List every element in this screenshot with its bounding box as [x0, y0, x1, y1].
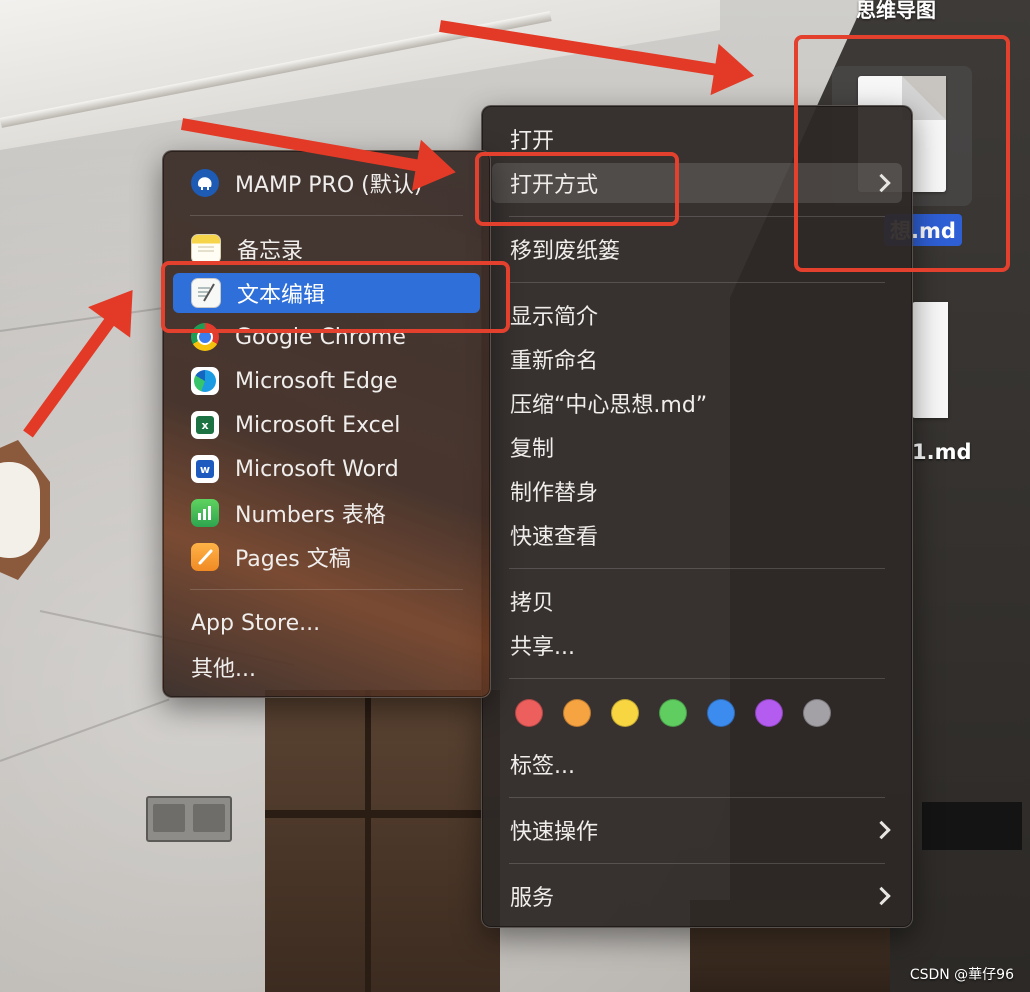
menu-item-duplicate[interactable]: 复制 [492, 427, 902, 467]
app-item-edge[interactable]: Microsoft Edge [173, 361, 480, 401]
menu-item-label: 复制 [510, 437, 555, 462]
menu-item-label: 压缩“中心思想.md” [510, 393, 708, 418]
menu-separator [509, 568, 885, 569]
chevron-right-icon [872, 173, 891, 193]
app-item-chrome[interactable]: Google Chrome [173, 317, 480, 357]
menu-item-label: 服务 [510, 886, 555, 911]
edge-icon [191, 367, 219, 395]
menu-item-quick-actions[interactable]: 快速操作 [492, 810, 902, 850]
app-item-label: Pages 文稿 [235, 547, 351, 572]
app-item-word[interactable]: w Microsoft Word [173, 449, 480, 489]
menu-item-label: 打开 [510, 129, 555, 154]
menu-item-label: 移到废纸篓 [510, 239, 621, 264]
menu-separator [509, 282, 885, 283]
tag-red-dot[interactable] [515, 699, 543, 727]
menu-item-services[interactable]: 服务 [492, 876, 902, 916]
menu-item-rename[interactable]: 重新命名 [492, 339, 902, 379]
menu-item-label: 显示简介 [510, 305, 599, 330]
app-item-label: Numbers 表格 [235, 503, 386, 528]
tag-color-row [515, 699, 831, 727]
chevron-right-icon [872, 886, 891, 906]
tag-orange-dot[interactable] [563, 699, 591, 727]
tag-yellow-dot[interactable] [611, 699, 639, 727]
app-item-excel[interactable]: x Microsoft Excel [173, 405, 480, 445]
app-item-label: Microsoft Edge [235, 368, 398, 394]
second-file-icon[interactable] [912, 302, 948, 418]
menu-item-move-to-trash[interactable]: 移到废纸篓 [492, 229, 902, 269]
menu-item-label: 制作替身 [510, 481, 599, 506]
mamp-elephant-icon [191, 169, 219, 197]
numbers-icon [191, 499, 219, 527]
pages-icon [191, 543, 219, 571]
word-icon: w [191, 455, 219, 483]
menu-separator [509, 797, 885, 798]
app-item-label: 其他... [191, 657, 256, 682]
desktop-label-mindmap[interactable]: 思维导图 [856, 0, 936, 23]
app-item-numbers[interactable]: Numbers 表格 [173, 493, 480, 533]
app-item-notes[interactable]: 备忘录 [173, 229, 480, 269]
menu-item-label: 打开方式 [510, 173, 599, 198]
menu-item-tags[interactable]: 标签... [492, 744, 902, 784]
menu-item-label: 拷贝 [510, 591, 555, 616]
app-item-label: MAMP PRO (默认) [235, 173, 423, 198]
app-item-label: 备忘录 [237, 239, 304, 264]
menu-item-quick-look[interactable]: 快速查看 [492, 515, 902, 555]
menu-item-get-info[interactable]: 显示简介 [492, 295, 902, 335]
app-item-other[interactable]: 其他... [173, 647, 480, 687]
menu-separator [509, 863, 885, 864]
app-item-pages[interactable]: Pages 文稿 [173, 537, 480, 577]
notes-icon [191, 234, 221, 264]
wall-socket [146, 796, 232, 842]
menu-item-open[interactable]: 打开 [492, 119, 902, 159]
app-item-label: 文本编辑 [237, 283, 326, 308]
app-item-label: Microsoft Word [235, 456, 399, 482]
app-item-label: Microsoft Excel [235, 412, 401, 438]
menu-item-copy[interactable]: 拷贝 [492, 581, 902, 621]
menu-item-label: 重新命名 [510, 349, 599, 374]
menu-separator [509, 678, 885, 679]
menu-item-label: 共享... [510, 635, 575, 660]
context-menu: 打开 打开方式 移到废纸篓 显示简介 重新命名 压缩“中心思想.md” 复制 制… [481, 105, 913, 928]
menu-separator [190, 589, 463, 590]
tag-green-dot[interactable] [659, 699, 687, 727]
excel-icon: x [191, 411, 219, 439]
menu-item-make-alias[interactable]: 制作替身 [492, 471, 902, 511]
wall-decoration-inner [0, 462, 40, 558]
menu-item-share[interactable]: 共享... [492, 625, 902, 665]
tag-gray-dot[interactable] [803, 699, 831, 727]
menu-item-label: 快速操作 [510, 820, 599, 845]
chrome-icon [191, 323, 219, 351]
menu-item-open-with[interactable]: 打开方式 [492, 163, 902, 203]
second-file-name[interactable]: 1.md [912, 440, 972, 464]
app-item-app-store[interactable]: App Store... [173, 603, 480, 643]
open-with-submenu: MAMP PRO (默认) 备忘录 文本编辑 Google Chrome Mic… [162, 150, 491, 698]
cabinet [265, 690, 500, 992]
menu-separator [509, 216, 885, 217]
menu-item-label: 标签... [510, 754, 575, 779]
wall-plate [922, 802, 1022, 850]
textedit-icon [191, 278, 221, 308]
app-item-label: App Store... [191, 610, 321, 636]
app-item-label: Google Chrome [235, 324, 406, 350]
watermark: CSDN @華仔96 [909, 967, 1014, 983]
menu-separator [190, 215, 463, 216]
tag-purple-dot[interactable] [755, 699, 783, 727]
tag-blue-dot[interactable] [707, 699, 735, 727]
menu-item-label: 快速查看 [510, 525, 599, 550]
chevron-right-icon [872, 820, 891, 840]
menu-item-compress[interactable]: 压缩“中心思想.md” [492, 383, 902, 423]
app-item-textedit[interactable]: 文本编辑 [173, 273, 480, 313]
